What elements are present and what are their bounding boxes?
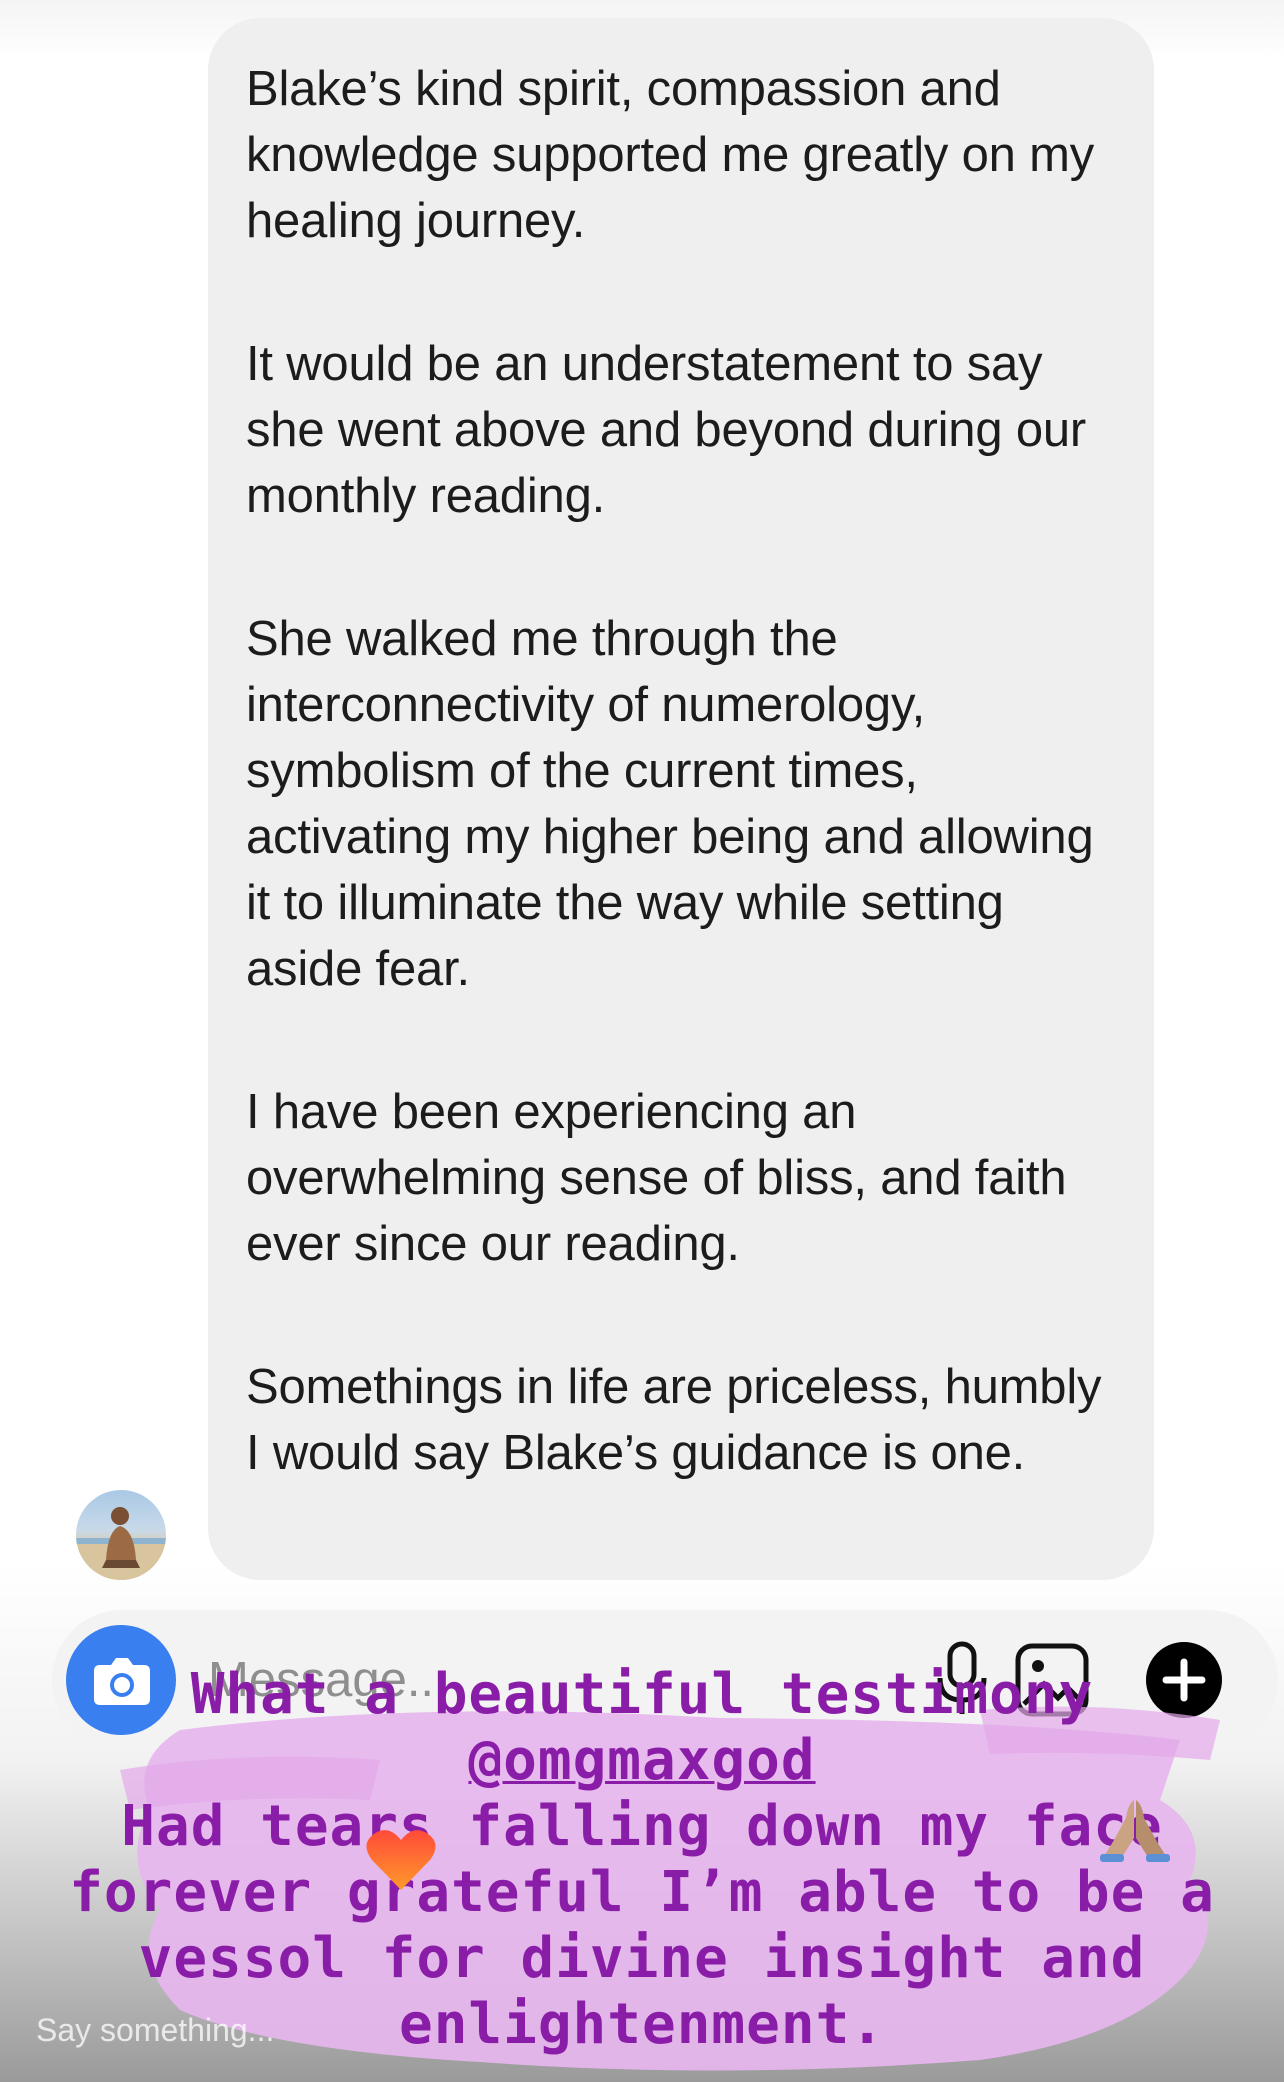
message-paragraph: She walked me through the interconnectiv… [246, 612, 1094, 996]
story-reply-input[interactable]: Say something... [36, 2012, 274, 2049]
story-frame: Blake’s kind spirit, compassion and know… [0, 0, 1284, 2082]
overlay-text-line: Had tears falling down my face [121, 1794, 1163, 1859]
overlay-text-line: vessol for divine insight and [138, 1926, 1146, 1991]
sender-avatar[interactable] [76, 1490, 166, 1580]
mention-text: @omgmaxgod [468, 1728, 816, 1793]
mention-link[interactable]: @omgmaxgod [0, 1728, 1284, 1794]
message-paragraph: It would be an understatement to say she… [246, 337, 1087, 523]
incoming-message-bubble: Blake’s kind spirit, compassion and know… [208, 18, 1154, 1580]
avatar-photo [76, 1507, 166, 1580]
message-paragraph: I have been experiencing an overwhelming… [246, 1085, 1067, 1271]
praying-hands-emoji-sticker [1100, 1800, 1170, 1862]
overlay-text-line: What a beautiful testimony [190, 1662, 1094, 1727]
message-paragraph: Somethings in life are priceless, humbly… [246, 1360, 1102, 1480]
heart-emoji-sticker [366, 1830, 436, 1890]
message-paragraph: Blake’s kind spirit, compassion and know… [246, 62, 1095, 248]
overlay-text-line: forever grateful I’m able to be a [69, 1860, 1215, 1925]
